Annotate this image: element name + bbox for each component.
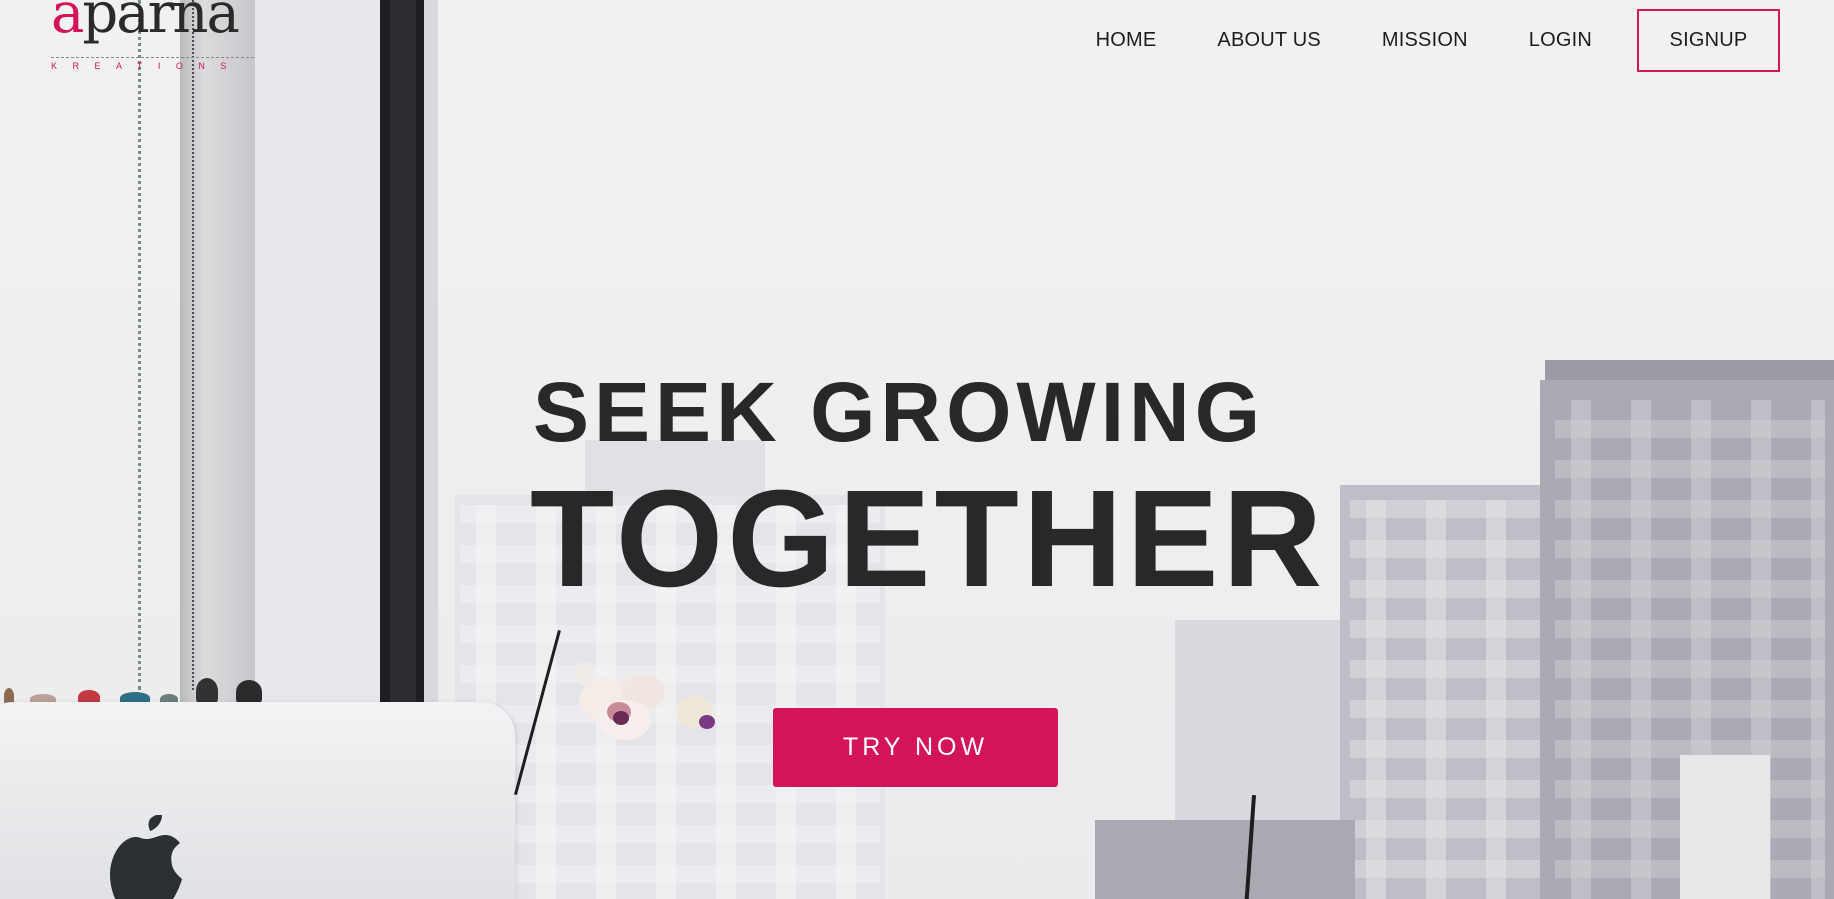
hero-headline-top: SEEK GROWING xyxy=(533,365,1266,459)
try-now-button[interactable]: TRY NOW xyxy=(773,708,1058,787)
hero-headline-main: TOGETHER xyxy=(530,462,1327,616)
hero-section: SEEK GROWING TOGETHER TRY NOW xyxy=(0,0,1834,899)
